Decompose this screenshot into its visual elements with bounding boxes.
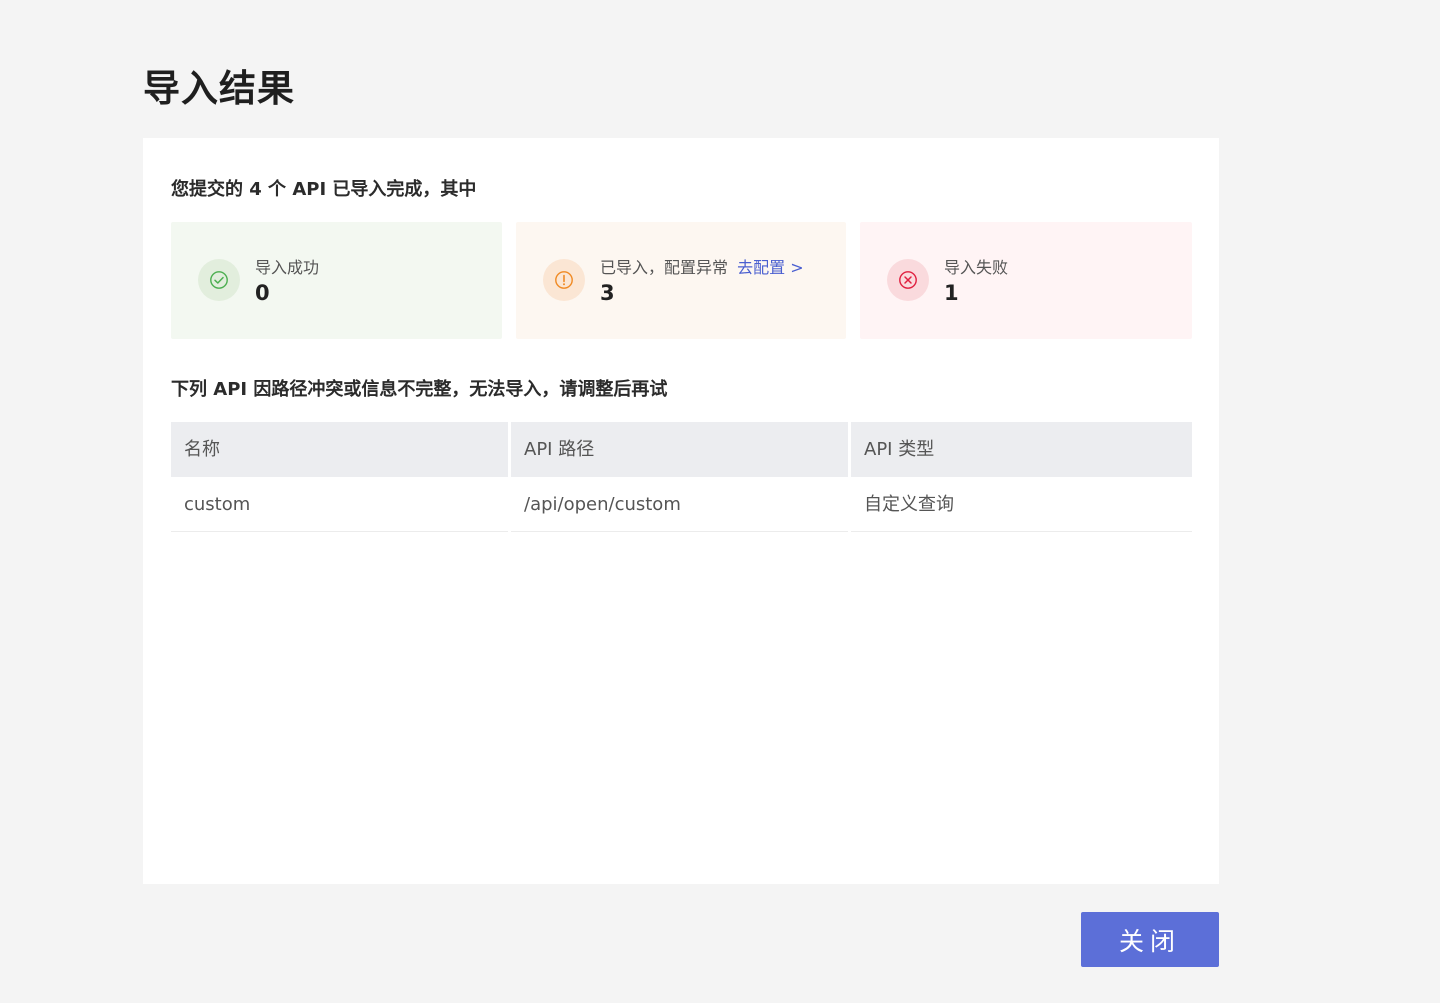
stat-card-warning: 已导入，配置异常 去配置 > 3 [516,222,846,339]
stat-label-warning-text: 已导入，配置异常 [600,258,729,277]
table-row: custom /api/open/custom 自定义查询 [171,477,1192,532]
stat-value-success: 0 [255,281,270,305]
column-header-api-type: API 类型 [851,422,1192,477]
failed-import-notice: 下列 API 因路径冲突或信息不完整，无法导入，请调整后再试 [171,379,668,400]
stat-label-failed: 导入失败 [944,258,1009,277]
failed-api-table: 名称 API 路径 API 类型 custom /api/open/custom… [171,422,1192,532]
import-summary-text: 您提交的 4 个 API 已导入完成，其中 [171,179,477,200]
column-header-name: 名称 [171,422,508,477]
stat-value-failed: 1 [944,281,959,305]
stat-value-warning: 3 [600,281,615,305]
stat-label-warning: 已导入，配置异常 去配置 > [600,254,804,278]
cell-api-path: /api/open/custom [511,477,848,532]
stat-card-success: 导入成功 0 [171,222,502,339]
cell-api-type: 自定义查询 [851,477,1192,532]
check-circle-icon [198,259,240,301]
import-result-panel: 您提交的 4 个 API 已导入完成，其中 导入成功 0 已导入，配置异常 去配… [143,138,1219,884]
close-button[interactable]: 关闭 [1081,912,1219,967]
x-circle-icon [887,259,929,301]
page-title: 导入结果 [143,67,295,110]
cell-name: custom [171,477,508,532]
configure-link[interactable]: 去配置 > [737,258,804,277]
column-header-api-path: API 路径 [511,422,848,477]
table-header-row: 名称 API 路径 API 类型 [171,422,1192,477]
stat-label-success: 导入成功 [255,258,320,277]
stat-card-failed: 导入失败 1 [860,222,1192,339]
exclamation-circle-icon [543,259,585,301]
